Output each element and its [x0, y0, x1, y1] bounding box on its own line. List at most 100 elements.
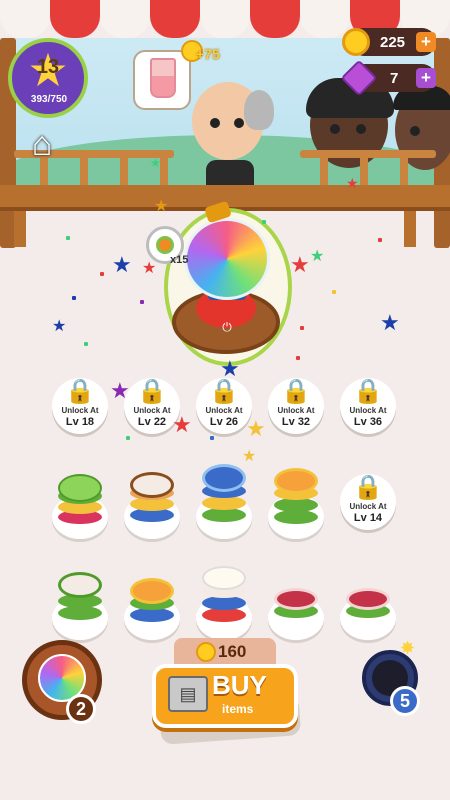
ingredient-count: x15	[170, 254, 189, 266]
level-number: 13	[36, 56, 60, 78]
food-layer	[58, 606, 102, 620]
meat-steak-icon	[274, 588, 318, 610]
confetti-star-icon: ★	[172, 412, 192, 437]
unlock-level: Lv 36	[353, 416, 383, 428]
xp-progress: 393/750	[30, 94, 68, 105]
add-coins-button[interactable]: +	[416, 32, 436, 52]
confetti-star-icon: ★	[242, 448, 257, 465]
unlock-level: Lv 26	[209, 416, 239, 428]
confetti	[210, 436, 214, 440]
power-icon[interactable]: ⏻	[219, 320, 235, 334]
confetti-star-icon: ★	[246, 416, 266, 441]
locked-plate[interactable]: 🔒 Unlock At Lv 26	[196, 378, 252, 434]
rainbow-potion-machine[interactable]	[184, 218, 270, 300]
confetti	[378, 238, 382, 242]
food-layer	[130, 608, 174, 622]
lock-icon: 🔒	[137, 378, 167, 405]
bubble-tea-icon	[150, 58, 176, 98]
food-layer	[274, 498, 318, 512]
confetti-star-icon: ★	[290, 252, 310, 277]
ingredient-icon	[156, 236, 174, 254]
railing-post	[80, 150, 88, 188]
confetti-star-icon: ★	[346, 175, 359, 191]
confetti-star-icon: ★	[380, 310, 400, 335]
lock-icon: 🔒	[281, 378, 311, 405]
locked-plate[interactable]: 🔒 Unlock At Lv 14	[340, 474, 396, 530]
confetti	[296, 356, 300, 360]
buy-price: 160	[218, 642, 247, 661]
food-layer	[202, 608, 246, 622]
meat-steak-icon	[346, 588, 390, 610]
gem-amount: 7	[390, 70, 399, 87]
unlock-level: Lv 32	[281, 416, 311, 428]
sushi-roll-icon	[58, 572, 102, 598]
customer-old-man-hair	[244, 90, 274, 130]
locked-plate[interactable]: 🔒 Unlock At Lv 18	[52, 378, 108, 434]
confetti	[140, 300, 144, 304]
spark-icon: ✸	[400, 638, 416, 658]
railing-post	[360, 150, 368, 188]
coin-amount: 225	[380, 34, 406, 51]
lock-icon: 🔒	[65, 378, 95, 405]
confetti-star-icon: ★	[220, 356, 240, 381]
coconut-icon	[130, 472, 174, 498]
confetti-star-icon: ★	[142, 260, 157, 277]
railing-post	[120, 150, 128, 188]
food-layer	[202, 596, 246, 610]
confetti	[66, 236, 70, 240]
order-reward: +75	[196, 46, 220, 62]
potion-count: 2	[66, 694, 96, 724]
confetti	[262, 220, 266, 224]
confetti	[84, 342, 88, 346]
confetti-star-icon: ★	[150, 156, 161, 170]
food-layer	[274, 510, 318, 524]
blueberry-icon	[202, 464, 246, 492]
bomb-count: 5	[390, 686, 420, 716]
home-icon[interactable]: ⌂	[22, 126, 62, 162]
orange-slice-icon	[130, 578, 174, 604]
unlock-level: Lv 18	[65, 416, 95, 428]
confetti-star-icon: ★	[110, 378, 130, 403]
confetti	[126, 436, 130, 440]
confetti	[72, 296, 76, 300]
counter-leg	[14, 211, 26, 247]
food-layer	[202, 508, 246, 522]
coin-icon	[196, 642, 216, 662]
confetti-star-icon: ★	[310, 248, 325, 265]
confetti-star-icon: ★	[52, 318, 67, 335]
orange-slice-icon	[274, 468, 318, 494]
railing-post	[320, 150, 328, 188]
cash-register-icon: ▤	[168, 676, 208, 712]
unlock-label: Unlock At	[349, 406, 387, 415]
buy-sublabel: items	[222, 702, 254, 716]
confetti	[100, 272, 104, 276]
lock-icon: 🔒	[353, 474, 383, 501]
confetti	[332, 290, 336, 294]
coin-icon	[342, 28, 370, 56]
cucumber-icon	[58, 474, 102, 502]
eye	[330, 124, 340, 134]
counter-leg	[404, 211, 416, 247]
railing-post	[400, 150, 408, 188]
lock-icon: 🔒	[353, 378, 383, 405]
unlock-label: Unlock At	[61, 406, 99, 415]
food-layer	[202, 496, 246, 510]
confetti	[300, 326, 304, 330]
buy-label: BUY	[212, 670, 267, 700]
unlock-level: Lv 14	[353, 512, 383, 524]
unlock-label: Unlock At	[205, 406, 243, 415]
lock-icon: 🔒	[209, 378, 239, 405]
eye	[356, 124, 366, 134]
unlock-label: Unlock At	[349, 502, 387, 511]
locked-plate[interactable]: 🔒 Unlock At Lv 32	[268, 378, 324, 434]
locked-plate[interactable]: 🔒 Unlock At Lv 36	[340, 378, 396, 434]
confetti-star-icon: ★	[112, 252, 132, 277]
eye	[210, 118, 220, 128]
eye	[234, 118, 244, 128]
confetti-star-icon: ★	[154, 198, 169, 215]
eye	[410, 126, 420, 136]
add-gems-button[interactable]: +	[416, 68, 436, 88]
unlock-label: Unlock At	[277, 406, 315, 415]
fried-egg-icon	[202, 566, 246, 590]
railing-post	[160, 150, 168, 188]
